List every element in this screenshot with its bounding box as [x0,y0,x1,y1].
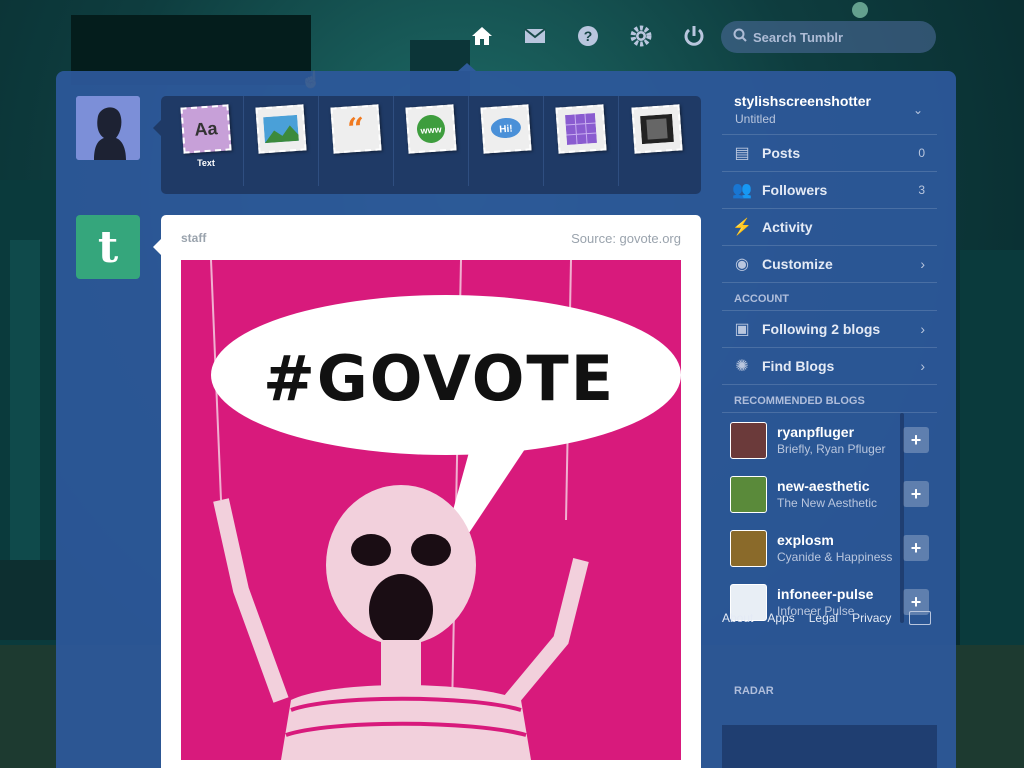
radar-panel[interactable] [722,725,937,768]
text-post-icon: Aa [180,104,232,154]
footer-link-legal[interactable]: Legal [809,611,838,625]
rec-blog-title: Briefly, Ryan Pfluger [777,442,886,456]
recommended-heading: RECOMMENDED BLOGS [722,385,937,413]
messages-icon[interactable] [508,20,561,52]
text-post-label: Text [197,158,215,168]
chat-post-icon: Hi! [480,104,532,154]
avatar [730,421,767,459]
sidebar-item-count: 3 [918,183,925,197]
sidebar-item-count: 0 [918,146,925,160]
account-heading: ACCOUNT [722,283,937,311]
quote-post-button[interactable]: “ [319,96,394,186]
compass-icon: ✺ [735,358,749,375]
rec-blog-name: explosm [777,532,834,548]
post-card: staff Source: govote.org #GOVOTE [153,215,701,768]
document-icon: ▤ [734,145,750,162]
sidebar-item-label: Activity [762,219,813,235]
rec-blog-name: ryanpfluger [777,424,855,440]
post-source[interactable]: Source: govote.org [571,231,681,246]
follow-button[interactable]: + [903,427,929,453]
avatar [730,475,767,513]
rec-blog-title: Cyanide & Happiness [777,550,893,564]
chevron-right-icon: › [920,358,925,374]
post-author[interactable]: staff [181,231,206,245]
search-input[interactable] [753,29,923,45]
video-post-button[interactable] [619,96,694,186]
photo-post-icon [255,104,307,154]
audio-post-icon [555,104,607,154]
quote-post-icon: “ [330,104,382,154]
sidebar-item-label: Following 2 blogs [762,321,881,337]
avatar [730,529,767,567]
sidebar-item-label: Followers [762,182,828,198]
sidebar-item-customize[interactable]: ◉ Customize › [722,246,937,283]
post-type-toolbar: Aa Text “ www Hi! [153,96,701,194]
list-item[interactable]: new-aesthetic The New Aesthetic + [722,467,937,521]
sidebar-item-label: Posts [762,145,801,161]
lightning-icon: ⚡ [732,219,752,236]
svg-text:Hi!: Hi! [499,124,513,136]
svg-text:?: ? [583,28,592,44]
chevron-right-icon: › [920,256,925,272]
eye-icon: ◉ [735,256,749,273]
help-icon[interactable]: ? [561,20,614,52]
home-icon[interactable] [455,20,508,52]
rec-blog-name: new-aesthetic [777,478,870,494]
post-image[interactable]: #GOVOTE [181,260,681,760]
search-icon [733,28,747,47]
search-bar[interactable] [721,21,936,53]
recommended-list: ryanpfluger Briefly, Ryan Pfluger + new-… [722,413,937,633]
rec-blog-name: infoneer-pulse [777,586,874,602]
govote-text: #GOVOTE [263,342,615,415]
scrollbar[interactable] [900,413,904,623]
link-post-icon: www [405,104,457,154]
sidebar: stylishscreenshotter Untitled ⌄ ▤ Posts … [722,87,937,768]
keyboard-icon[interactable] [909,611,931,625]
radar-heading: RADAR [734,685,774,697]
footer-links: About Apps Legal Privacy [722,611,937,625]
blog-switcher[interactable]: stylishscreenshotter Untitled ⌄ [722,87,937,135]
sidebar-item-followers[interactable]: 👥 Followers 3 [722,172,937,209]
list-item[interactable]: ryanpfluger Briefly, Ryan Pfluger + [722,413,937,467]
rec-blog-title: The New Aesthetic [777,496,878,510]
chevron-down-icon: ⌄ [912,103,923,117]
user-avatar[interactable] [76,96,140,160]
sidebar-item-activity[interactable]: ⚡ Activity [722,209,937,246]
sidebar-item-posts[interactable]: ▤ Posts 0 [722,135,937,172]
sidebar-item-find-blogs[interactable]: ✺ Find Blogs › [722,348,937,385]
sidebar-item-following[interactable]: ▣ Following 2 blogs › [722,311,937,348]
video-post-icon [630,104,683,154]
settings-icon[interactable] [614,20,667,52]
follow-button[interactable]: + [903,535,929,561]
svg-text:www: www [419,124,443,136]
top-nav: ? [455,20,720,52]
chevron-right-icon: › [920,321,925,337]
sidebar-item-label: Find Blogs [762,358,835,374]
sidebar-item-label: Customize [762,256,833,272]
chat-post-button[interactable]: Hi! [469,96,544,186]
link-post-button[interactable]: www [394,96,469,186]
blog-title: Untitled [735,112,776,126]
follow-button[interactable]: + [903,481,929,507]
people-icon: 👥 [732,182,752,199]
photo-post-button[interactable] [244,96,319,186]
nav-active-caret [458,63,476,71]
footer-link-about[interactable]: About [722,611,753,625]
footer-link-apps[interactable]: Apps [767,611,794,625]
following-icon: ▣ [734,321,750,338]
audio-post-button[interactable] [544,96,619,186]
list-item[interactable]: explosm Cyanide & Happiness + [722,521,937,575]
logout-icon[interactable] [667,20,720,52]
staff-avatar[interactable]: t [76,215,140,279]
blog-name: stylishscreenshotter [734,93,871,109]
footer-link-privacy[interactable]: Privacy [852,611,891,625]
text-post-button[interactable]: Aa Text [169,96,244,186]
